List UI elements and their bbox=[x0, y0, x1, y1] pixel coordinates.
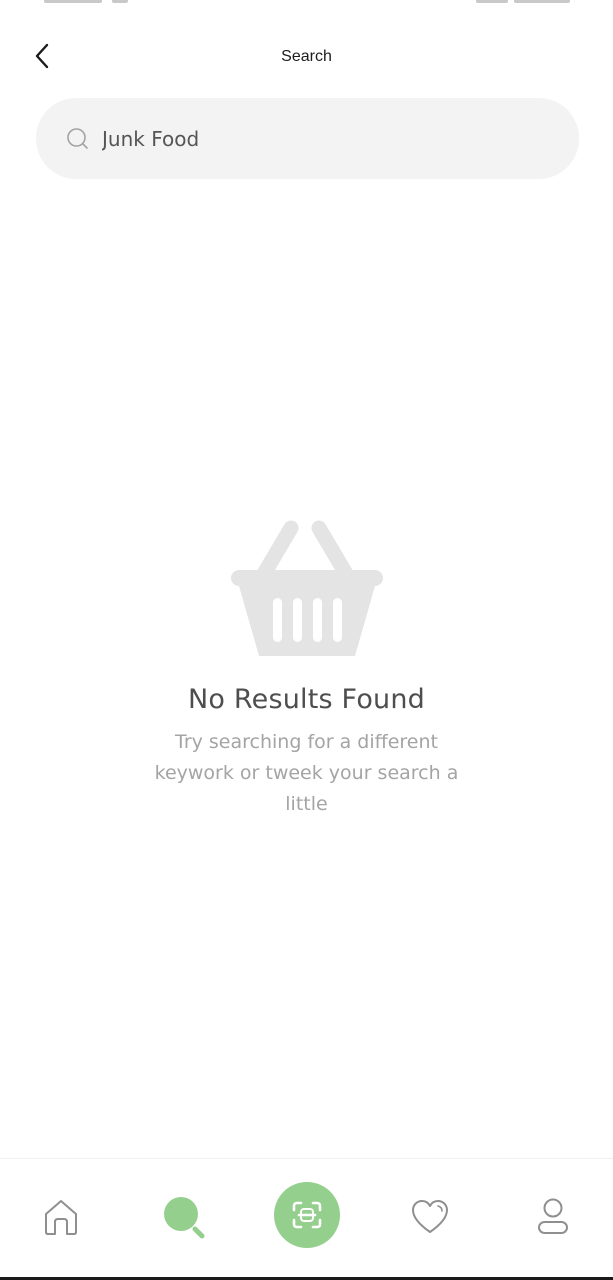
page-title: Search bbox=[281, 48, 332, 65]
status-signal-fragment bbox=[476, 0, 508, 3]
status-icon-fragment bbox=[112, 0, 128, 3]
scan-icon bbox=[292, 1201, 322, 1229]
bottom-nav bbox=[0, 1158, 613, 1280]
nav-scan[interactable] bbox=[274, 1182, 340, 1248]
status-battery-fragment bbox=[514, 0, 570, 3]
status-time-fragment bbox=[44, 0, 102, 3]
home-icon bbox=[45, 1200, 77, 1235]
profile-icon bbox=[538, 1198, 568, 1234]
heart-icon bbox=[412, 1200, 448, 1233]
app-screen: Search No Results Found Try searching bbox=[0, 0, 613, 1280]
empty-state-title: No Results Found bbox=[187, 684, 426, 715]
search-icon bbox=[66, 127, 90, 151]
empty-state-message: Try searching for a different keywork or… bbox=[154, 731, 459, 815]
header: Search bbox=[0, 30, 613, 84]
search-input[interactable] bbox=[102, 126, 522, 151]
nav-home[interactable] bbox=[29, 1185, 93, 1249]
nav-favorites[interactable] bbox=[398, 1185, 462, 1249]
search-icon bbox=[164, 1197, 205, 1239]
status-bar bbox=[0, 0, 613, 6]
nav-search[interactable] bbox=[152, 1185, 216, 1249]
basket-icon bbox=[230, 520, 383, 656]
empty-state: No Results Found Try searching for a dif… bbox=[0, 518, 613, 820]
nav-profile[interactable] bbox=[521, 1185, 585, 1249]
search-bar[interactable] bbox=[36, 98, 579, 179]
